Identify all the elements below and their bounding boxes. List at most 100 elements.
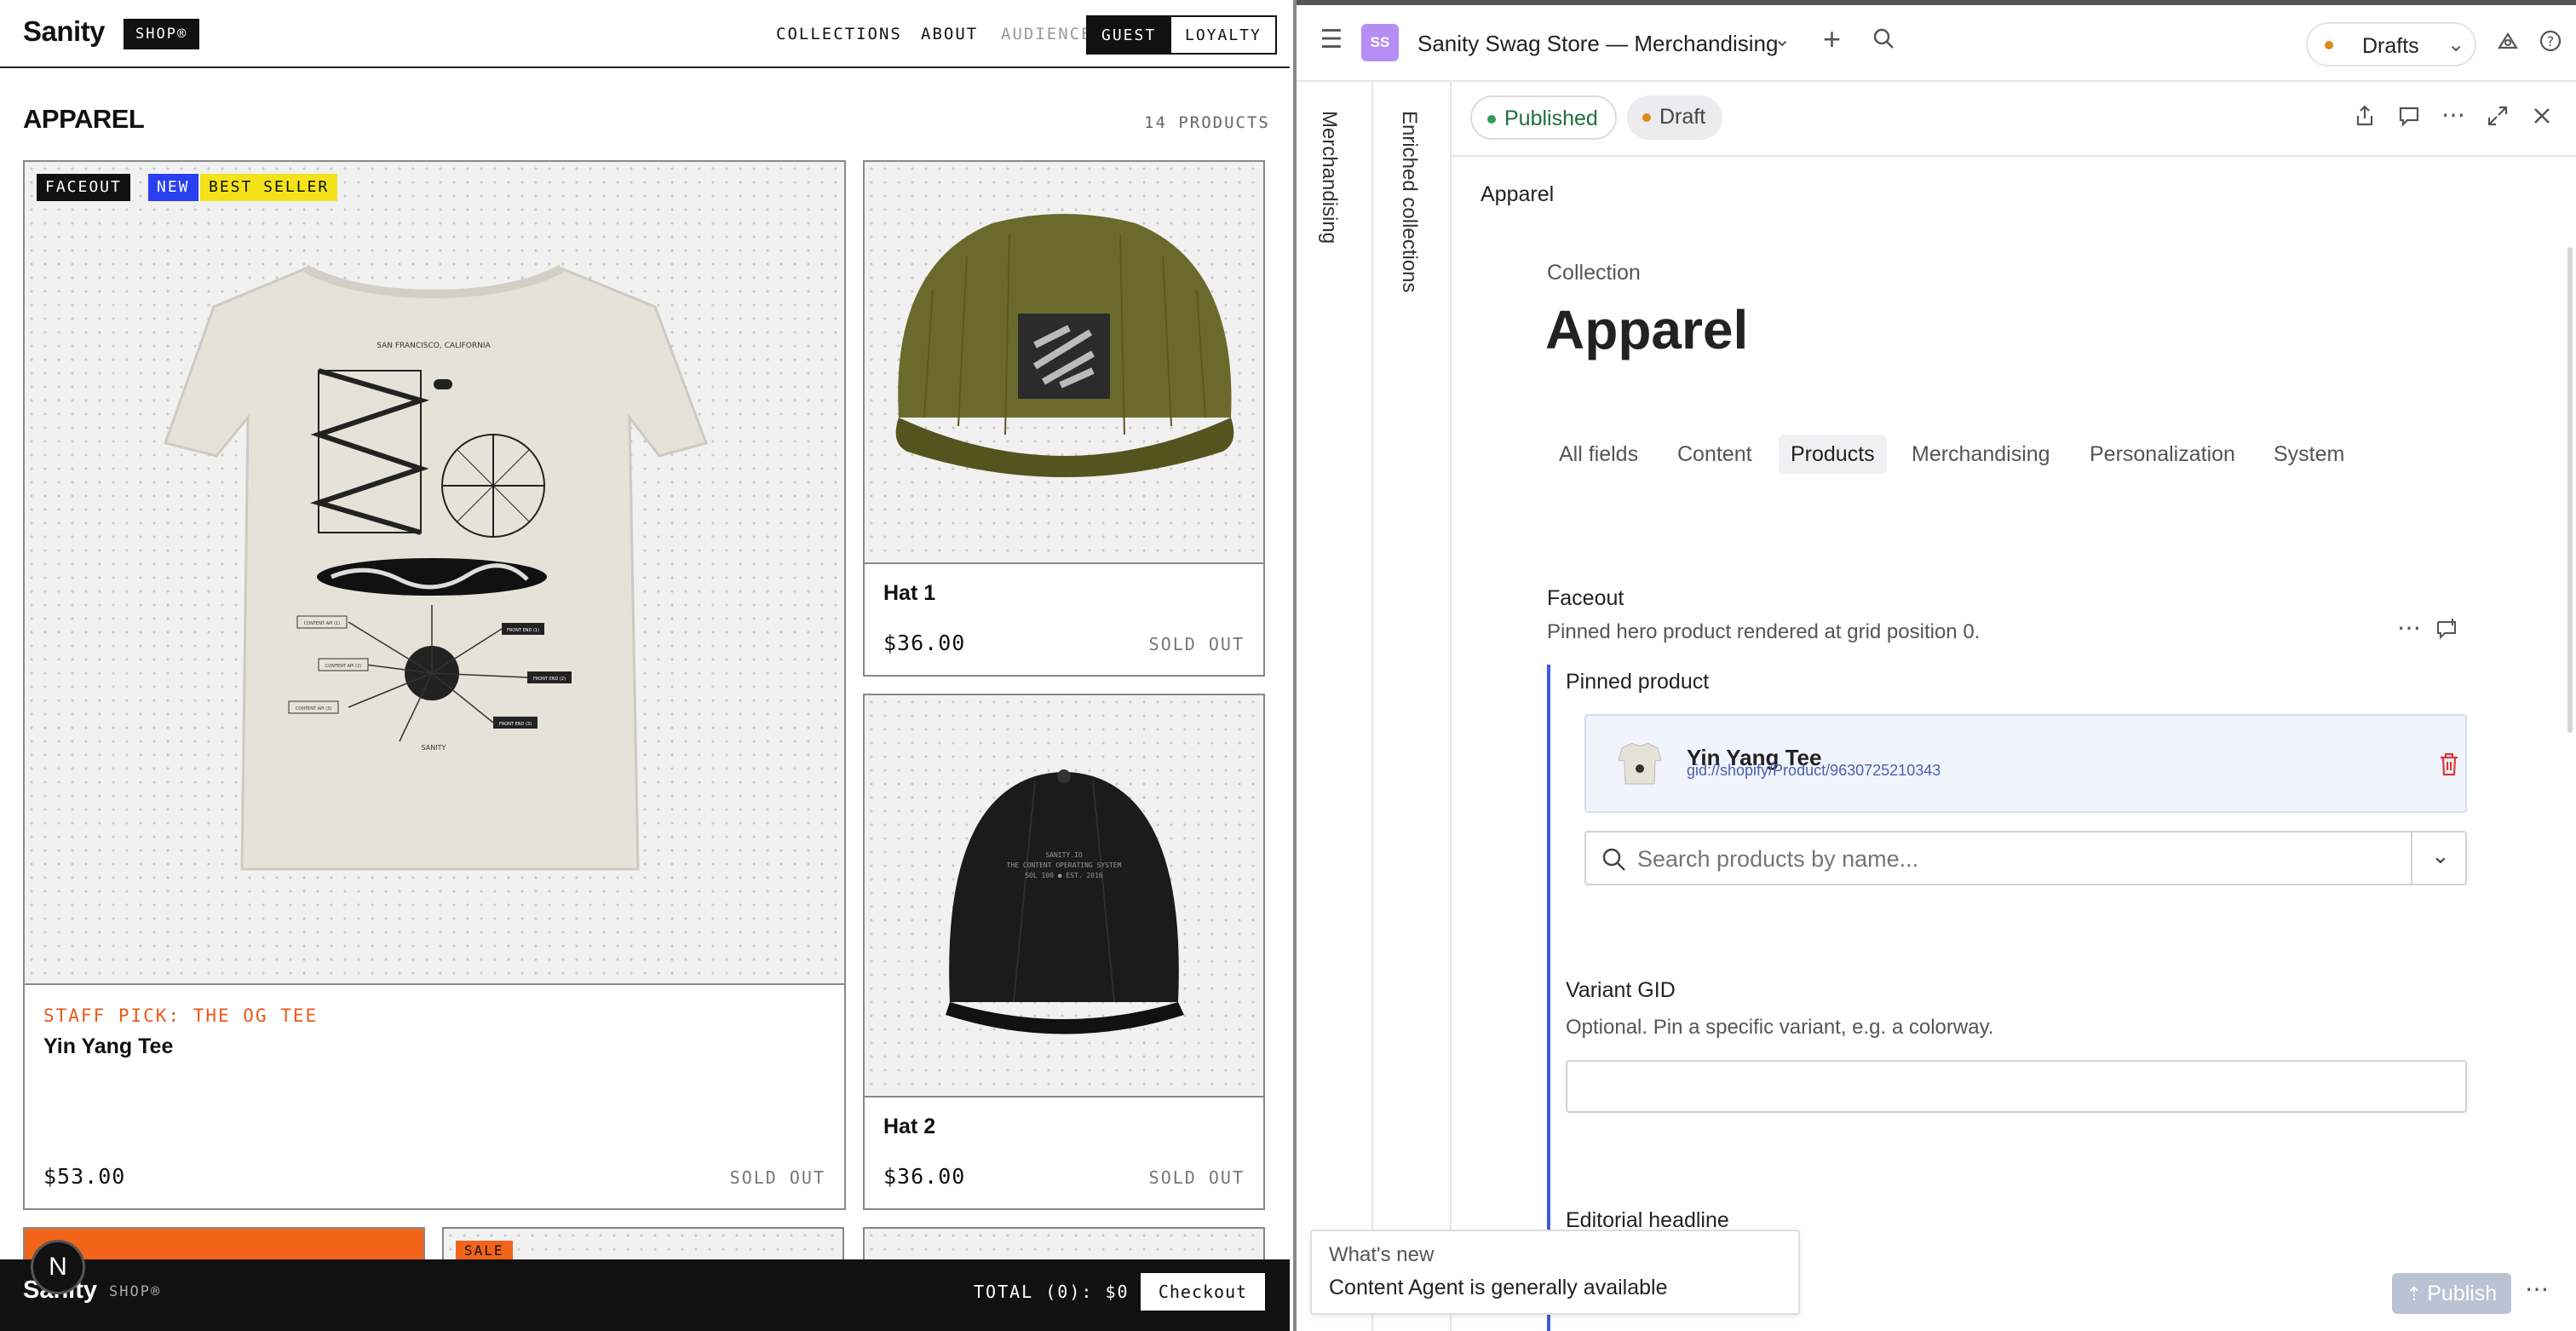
tee-label-content-api-3: CONTENT API (3) [296,706,331,712]
product-name[interactable]: Yin Yang Tee [43,1034,173,1059]
variant-gid-label: Variant GID [1566,978,1676,1002]
product-image-area: SAN FRANCISCO, CALIFORNIA CONTENT API (1… [25,162,844,985]
loyalty-button[interactable]: LOYALTY [1170,15,1277,55]
scrollbar[interactable] [2567,247,2573,733]
product-name[interactable]: Hat 1 [883,581,935,606]
pane-label-enriched-collections[interactable]: Enriched collections [1397,111,1421,292]
product-status: SOLD OUT [1148,1167,1245,1188]
status-published[interactable]: Published [1470,95,1617,140]
product-search-input[interactable] [1637,841,2387,877]
share-icon[interactable] [2353,104,2377,134]
publish-button[interactable]: ⇡ Publish [2392,1273,2511,1314]
hat-2-print-line-1: SANITY.IO [1045,851,1083,859]
storefront-header: Sanity SHOP® COLLECTIONS ABOUT AUDIENCE … [0,0,1290,68]
tab-personalization[interactable]: Personalization [2078,435,2247,474]
product-image-area [865,162,1263,564]
pane-merchandising[interactable]: Merchandising [1297,82,1373,1331]
publish-icon: ⇡ [2406,1283,2423,1305]
nav-about[interactable]: ABOUT [921,19,978,49]
product-status: SOLD OUT [729,1167,825,1188]
hat-1-image [895,214,1234,477]
faceout-description: Pinned hero product rendered at grid pos… [1547,620,1981,643]
pane-label-merchandising[interactable]: Merchandising [1317,111,1341,244]
pinned-product-label: Pinned product [1566,670,1710,694]
staff-pick-label: STAFF PICK: THE OG TEE [43,1005,319,1026]
help-icon[interactable]: ? [2539,29,2562,59]
comments-icon[interactable] [2397,104,2421,134]
plus-icon[interactable]: + [1823,24,1841,55]
draft-dot [2325,41,2333,49]
product-name[interactable]: Hat 2 [883,1115,935,1139]
pinned-product-reference[interactable]: Yin Yang Tee gid://shopify/Product/96307… [1584,714,2467,813]
product-status: SOLD OUT [1148,634,1245,654]
product-price: $53.00 [43,1164,126,1189]
perspective-selector[interactable]: Drafts ⌄ [2306,22,2476,66]
reference-product-gid: gid://shopify/Product/9630725210343 [1687,762,1941,779]
toast-message: Content Agent is generally available [1329,1276,1668,1299]
shop-badge[interactable]: SHOP® [124,19,200,49]
variant-gid-input[interactable] [1566,1060,2467,1113]
product-card-hat-2[interactable]: SANITY.IO THE CONTENT OPERATING SYSTEM S… [863,694,1265,1210]
document-title: Apparel [1545,299,1749,360]
product-price: $36.00 [883,1164,966,1189]
chevron-down-icon[interactable]: ⌄ [2431,843,2450,869]
search-icon[interactable] [1872,27,1895,55]
tee-print-header: SAN FRANCISCO, CALIFORNIA [377,342,491,350]
product-price: $36.00 [883,631,966,655]
toast-title: What's new [1329,1243,1435,1266]
nav-audience[interactable]: AUDIENCE [1001,19,1093,49]
publish-label: Publish [2427,1282,2498,1305]
hat-2-print-line-2: THE CONTENT OPERATING SYSTEM [1007,861,1122,869]
chevron-down-icon[interactable]: ⌄ [1774,27,1791,52]
menu-icon[interactable]: ☰ [1317,27,1346,56]
tee-print-footer: SANITY [422,744,446,752]
svg-text:?: ? [2547,33,2555,49]
breadcrumb[interactable]: Apparel [1481,182,1554,207]
product-search-field[interactable]: ⌄ [1584,831,2467,885]
guest-button[interactable]: GUEST [1086,15,1172,55]
tab-system[interactable]: System [2262,435,2356,474]
document-actions-more-icon[interactable]: ⋯ [2525,1275,2549,1303]
more-options-icon[interactable]: ⋯ [2441,101,2465,129]
whats-new-toast[interactable]: What's new Content Agent is generally av… [1310,1230,1800,1315]
store-logo[interactable]: Sanity [23,15,106,48]
product-image-area: SANITY.IO THE CONTENT OPERATING SYSTEM S… [865,695,1263,1098]
footer-shop-label: SHOP® [109,1283,162,1300]
chevron-down-icon: ⌄ [2447,33,2465,56]
product-count: 14 PRODUCTS [1144,113,1270,132]
nextjs-dev-badge[interactable]: N [31,1240,85,1294]
product-card-hat-1[interactable]: Hat 1 $36.00 SOLD OUT [863,160,1265,677]
tee-label-front-end-2: FRONT END (2) [533,677,566,682]
tag-faceout: FACEOUT [37,174,130,201]
tab-products[interactable]: Products [1779,435,1887,474]
studio-navbar: ☰ SS Sanity Swag Store — Merchandising ⌄… [1297,0,2576,82]
close-icon[interactable] [2530,104,2554,134]
search-icon [1601,847,1627,877]
tag-best-seller: BEST SELLER [200,174,338,201]
published-dot [1487,115,1496,124]
featured-product-card[interactable]: SAN FRANCISCO, CALIFORNIA CONTENT API (1… [23,160,846,1210]
hat-2-print-line-3: SOL 100 ● EST. 2016 [1025,872,1103,879]
product-thumbnail [1615,738,1665,791]
expand-icon[interactable] [2486,104,2510,134]
tee-label-front-end-1: FRONT END (1) [507,628,539,633]
tee-label-front-end-3: FRONT END (3) [499,722,532,727]
status-draft[interactable]: Draft [1627,95,1723,140]
tasks-icon[interactable] [2496,29,2520,59]
tag-new: NEW [148,174,198,201]
tee-label-content-api-1: CONTENT API (1) [304,621,340,626]
workspace-title[interactable]: Sanity Swag Store — Merchandising [1417,31,1778,57]
tab-merchandising[interactable]: Merchandising [1900,435,2062,474]
trash-icon[interactable] [2438,752,2460,781]
field-more-icon[interactable]: ⋯ [2397,614,2421,642]
status-published-label: Published [1504,107,1598,130]
workspace-avatar[interactable]: SS [1361,24,1399,61]
add-comment-icon[interactable] [2435,617,2458,647]
variant-gid-description: Optional. Pin a specific variant, e.g. a… [1566,1016,1994,1039]
tab-content[interactable]: Content [1665,435,1764,474]
nav-collections[interactable]: COLLECTIONS [776,19,902,49]
perspective-label: Drafts [2362,34,2419,58]
tab-all-fields[interactable]: All fields [1547,435,1650,474]
pane-enriched-collections[interactable]: Enriched collections [1373,82,1452,1331]
checkout-button[interactable]: Checkout [1141,1273,1265,1311]
